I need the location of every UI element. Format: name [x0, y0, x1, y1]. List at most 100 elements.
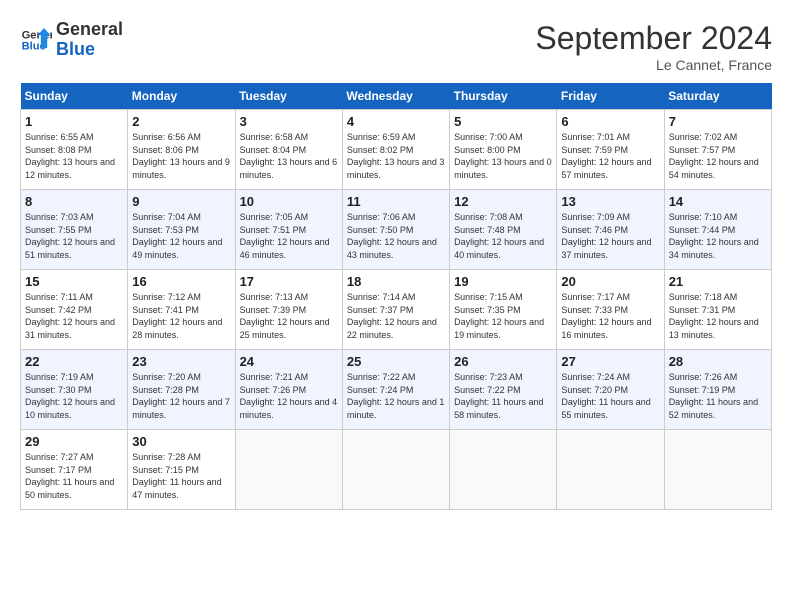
logo-text: General Blue	[56, 20, 123, 60]
day-info: Sunrise: 6:59 AM Sunset: 8:02 PM Dayligh…	[347, 131, 445, 181]
calendar-day: 19 Sunrise: 7:15 AM Sunset: 7:35 PM Dayl…	[450, 270, 557, 350]
day-number: 20	[561, 274, 659, 289]
day-number: 24	[240, 354, 338, 369]
header: General Blue General Blue September 2024…	[20, 20, 772, 73]
day-info: Sunrise: 6:55 AM Sunset: 8:08 PM Dayligh…	[25, 131, 123, 181]
day-number: 18	[347, 274, 445, 289]
day-number: 2	[132, 114, 230, 129]
calendar-day: 12 Sunrise: 7:08 AM Sunset: 7:48 PM Dayl…	[450, 190, 557, 270]
calendar-day: 13 Sunrise: 7:09 AM Sunset: 7:46 PM Dayl…	[557, 190, 664, 270]
day-number: 8	[25, 194, 123, 209]
logo-icon: General Blue	[20, 24, 52, 56]
calendar-day	[557, 430, 664, 510]
day-info: Sunrise: 7:03 AM Sunset: 7:55 PM Dayligh…	[25, 211, 123, 261]
calendar-day: 7 Sunrise: 7:02 AM Sunset: 7:57 PM Dayli…	[664, 110, 771, 190]
calendar-week-1: 1 Sunrise: 6:55 AM Sunset: 8:08 PM Dayli…	[21, 110, 772, 190]
day-info: Sunrise: 7:20 AM Sunset: 7:28 PM Dayligh…	[132, 371, 230, 421]
day-info: Sunrise: 7:14 AM Sunset: 7:37 PM Dayligh…	[347, 291, 445, 341]
day-info: Sunrise: 7:08 AM Sunset: 7:48 PM Dayligh…	[454, 211, 552, 261]
day-number: 26	[454, 354, 552, 369]
calendar-day: 15 Sunrise: 7:11 AM Sunset: 7:42 PM Dayl…	[21, 270, 128, 350]
day-number: 12	[454, 194, 552, 209]
calendar-day: 18 Sunrise: 7:14 AM Sunset: 7:37 PM Dayl…	[342, 270, 449, 350]
calendar-week-4: 22 Sunrise: 7:19 AM Sunset: 7:30 PM Dayl…	[21, 350, 772, 430]
day-info: Sunrise: 6:58 AM Sunset: 8:04 PM Dayligh…	[240, 131, 338, 181]
location: Le Cannet, France	[535, 57, 772, 73]
calendar-day: 21 Sunrise: 7:18 AM Sunset: 7:31 PM Dayl…	[664, 270, 771, 350]
calendar-week-5: 29 Sunrise: 7:27 AM Sunset: 7:17 PM Dayl…	[21, 430, 772, 510]
day-info: Sunrise: 7:17 AM Sunset: 7:33 PM Dayligh…	[561, 291, 659, 341]
day-info: Sunrise: 7:13 AM Sunset: 7:39 PM Dayligh…	[240, 291, 338, 341]
calendar-table: Sunday Monday Tuesday Wednesday Thursday…	[20, 83, 772, 510]
day-number: 16	[132, 274, 230, 289]
calendar-day: 1 Sunrise: 6:55 AM Sunset: 8:08 PM Dayli…	[21, 110, 128, 190]
calendar-day	[342, 430, 449, 510]
calendar-day: 26 Sunrise: 7:23 AM Sunset: 7:22 PM Dayl…	[450, 350, 557, 430]
day-info: Sunrise: 7:15 AM Sunset: 7:35 PM Dayligh…	[454, 291, 552, 341]
col-thursday: Thursday	[450, 83, 557, 110]
calendar-day: 28 Sunrise: 7:26 AM Sunset: 7:19 PM Dayl…	[664, 350, 771, 430]
calendar-day: 3 Sunrise: 6:58 AM Sunset: 8:04 PM Dayli…	[235, 110, 342, 190]
calendar-day: 2 Sunrise: 6:56 AM Sunset: 8:06 PM Dayli…	[128, 110, 235, 190]
day-info: Sunrise: 7:05 AM Sunset: 7:51 PM Dayligh…	[240, 211, 338, 261]
day-info: Sunrise: 7:12 AM Sunset: 7:41 PM Dayligh…	[132, 291, 230, 341]
month-title: September 2024	[535, 20, 772, 57]
day-number: 29	[25, 434, 123, 449]
day-info: Sunrise: 7:26 AM Sunset: 7:19 PM Dayligh…	[669, 371, 767, 421]
day-number: 27	[561, 354, 659, 369]
day-info: Sunrise: 7:28 AM Sunset: 7:15 PM Dayligh…	[132, 451, 230, 501]
calendar-day: 16 Sunrise: 7:12 AM Sunset: 7:41 PM Dayl…	[128, 270, 235, 350]
day-number: 23	[132, 354, 230, 369]
calendar-day: 25 Sunrise: 7:22 AM Sunset: 7:24 PM Dayl…	[342, 350, 449, 430]
day-info: Sunrise: 7:04 AM Sunset: 7:53 PM Dayligh…	[132, 211, 230, 261]
calendar-day	[664, 430, 771, 510]
day-number: 9	[132, 194, 230, 209]
day-number: 13	[561, 194, 659, 209]
calendar-day: 27 Sunrise: 7:24 AM Sunset: 7:20 PM Dayl…	[557, 350, 664, 430]
calendar-day: 9 Sunrise: 7:04 AM Sunset: 7:53 PM Dayli…	[128, 190, 235, 270]
calendar-day: 11 Sunrise: 7:06 AM Sunset: 7:50 PM Dayl…	[342, 190, 449, 270]
calendar-day: 14 Sunrise: 7:10 AM Sunset: 7:44 PM Dayl…	[664, 190, 771, 270]
day-info: Sunrise: 7:01 AM Sunset: 7:59 PM Dayligh…	[561, 131, 659, 181]
day-info: Sunrise: 7:02 AM Sunset: 7:57 PM Dayligh…	[669, 131, 767, 181]
calendar-day	[450, 430, 557, 510]
day-number: 22	[25, 354, 123, 369]
col-wednesday: Wednesday	[342, 83, 449, 110]
day-number: 10	[240, 194, 338, 209]
day-info: Sunrise: 7:00 AM Sunset: 8:00 PM Dayligh…	[454, 131, 552, 181]
day-number: 6	[561, 114, 659, 129]
day-number: 21	[669, 274, 767, 289]
day-info: Sunrise: 7:06 AM Sunset: 7:50 PM Dayligh…	[347, 211, 445, 261]
calendar-day: 20 Sunrise: 7:17 AM Sunset: 7:33 PM Dayl…	[557, 270, 664, 350]
calendar-day: 30 Sunrise: 7:28 AM Sunset: 7:15 PM Dayl…	[128, 430, 235, 510]
col-tuesday: Tuesday	[235, 83, 342, 110]
svg-text:General: General	[22, 29, 52, 41]
calendar-day	[235, 430, 342, 510]
calendar-day: 23 Sunrise: 7:20 AM Sunset: 7:28 PM Dayl…	[128, 350, 235, 430]
calendar-day: 29 Sunrise: 7:27 AM Sunset: 7:17 PM Dayl…	[21, 430, 128, 510]
day-number: 14	[669, 194, 767, 209]
calendar-day: 17 Sunrise: 7:13 AM Sunset: 7:39 PM Dayl…	[235, 270, 342, 350]
calendar-week-3: 15 Sunrise: 7:11 AM Sunset: 7:42 PM Dayl…	[21, 270, 772, 350]
day-info: Sunrise: 7:09 AM Sunset: 7:46 PM Dayligh…	[561, 211, 659, 261]
day-number: 7	[669, 114, 767, 129]
col-friday: Friday	[557, 83, 664, 110]
day-number: 3	[240, 114, 338, 129]
day-info: Sunrise: 7:22 AM Sunset: 7:24 PM Dayligh…	[347, 371, 445, 421]
header-row: Sunday Monday Tuesday Wednesday Thursday…	[21, 83, 772, 110]
calendar-day: 8 Sunrise: 7:03 AM Sunset: 7:55 PM Dayli…	[21, 190, 128, 270]
col-sunday: Sunday	[21, 83, 128, 110]
day-number: 4	[347, 114, 445, 129]
calendar-day: 24 Sunrise: 7:21 AM Sunset: 7:26 PM Dayl…	[235, 350, 342, 430]
day-number: 25	[347, 354, 445, 369]
day-info: Sunrise: 7:19 AM Sunset: 7:30 PM Dayligh…	[25, 371, 123, 421]
logo: General Blue General Blue	[20, 20, 123, 60]
col-saturday: Saturday	[664, 83, 771, 110]
day-info: Sunrise: 7:10 AM Sunset: 7:44 PM Dayligh…	[669, 211, 767, 261]
day-number: 17	[240, 274, 338, 289]
day-info: Sunrise: 6:56 AM Sunset: 8:06 PM Dayligh…	[132, 131, 230, 181]
day-number: 15	[25, 274, 123, 289]
day-number: 28	[669, 354, 767, 369]
calendar-day: 22 Sunrise: 7:19 AM Sunset: 7:30 PM Dayl…	[21, 350, 128, 430]
day-number: 5	[454, 114, 552, 129]
